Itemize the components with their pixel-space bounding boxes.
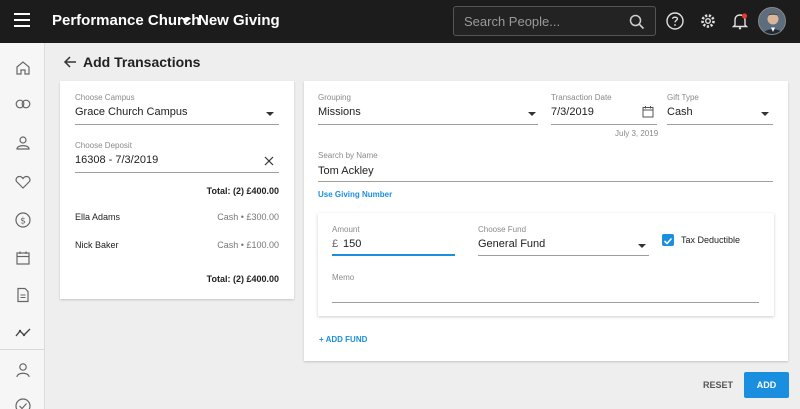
- deposit-select[interactable]: 16308 - 7/3/2019: [75, 154, 158, 166]
- check-circle-icon[interactable]: [14, 397, 32, 409]
- top-bar: Performance Church New Giving: [0, 0, 800, 43]
- grouping-underline: [318, 124, 538, 125]
- calendar-icon[interactable]: [642, 105, 654, 118]
- search-name-underline: [318, 181, 773, 182]
- use-giving-number-link[interactable]: Use Giving Number: [318, 190, 392, 199]
- left-nav: $: [0, 43, 45, 409]
- people-icon[interactable]: [14, 134, 32, 152]
- campus-chevron-down-icon[interactable]: [266, 112, 274, 116]
- amount-input[interactable]: 150: [343, 238, 361, 250]
- search-icon[interactable]: [629, 14, 645, 30]
- grouping-label: Grouping: [318, 93, 351, 102]
- menu-icon[interactable]: [14, 13, 30, 29]
- svg-text:$: $: [20, 217, 26, 227]
- grouping-select[interactable]: Missions: [318, 106, 361, 118]
- gear-icon[interactable]: [698, 11, 718, 31]
- tax-deductible-label: Tax Deductible: [681, 235, 741, 245]
- deposit-underline: [75, 172, 279, 173]
- search-name-label: Search by Name: [318, 151, 378, 160]
- campus-label: Choose Campus: [75, 93, 135, 102]
- fund-label: Choose Fund: [478, 225, 527, 234]
- amount-label: Amount: [332, 225, 360, 234]
- add-button[interactable]: ADD: [744, 372, 789, 398]
- fund-select[interactable]: General Fund: [478, 238, 545, 250]
- fund-entry-card: Amount £ 150 Choose Fund General Fund Ta…: [318, 213, 774, 316]
- transaction-name: Nick Baker: [75, 240, 119, 250]
- fund-chevron-down-icon[interactable]: [638, 244, 646, 248]
- check-icon: [663, 237, 673, 245]
- deposit-card: Choose Campus Grace Church Campus Choose…: [60, 81, 294, 299]
- grouping-chevron-down-icon[interactable]: [528, 112, 536, 116]
- reset-button[interactable]: RESET: [697, 374, 739, 396]
- transaction-detail: Cash • £300.00: [217, 212, 279, 222]
- transaction-date-input[interactable]: 7/3/2019: [551, 106, 594, 118]
- analytics-icon[interactable]: [14, 324, 32, 342]
- fund-underline: [478, 255, 649, 256]
- document-icon[interactable]: [14, 286, 32, 304]
- search-people[interactable]: [453, 6, 656, 36]
- org-chevron-down-icon[interactable]: [181, 18, 191, 23]
- avatar[interactable]: [758, 7, 786, 35]
- person-icon[interactable]: [14, 361, 32, 379]
- deposit-total-top: Total: (2) £400.00: [206, 186, 279, 196]
- gift-type-underline: [667, 124, 773, 125]
- help-icon[interactable]: [665, 11, 685, 31]
- gift-type-label: Gift Type: [667, 93, 699, 102]
- gift-type-chevron-down-icon[interactable]: [761, 112, 769, 116]
- date-helper-text: July 3, 2019: [615, 129, 659, 138]
- calendar-icon[interactable]: [14, 249, 32, 267]
- currency-symbol: £: [332, 238, 339, 250]
- clear-deposit-icon[interactable]: [264, 156, 274, 166]
- giving-icon[interactable]: [14, 95, 32, 113]
- transaction-date-label: Transaction Date: [551, 93, 612, 102]
- memo-label: Memo: [332, 273, 355, 282]
- amount-underline-focused: [332, 254, 455, 256]
- transaction-name: Ella Adams: [75, 212, 121, 222]
- notification-bell-icon[interactable]: [730, 11, 750, 31]
- transaction-detail: Cash • £100.00: [217, 240, 279, 250]
- campus-select[interactable]: Grace Church Campus: [75, 106, 188, 118]
- nav-divider: [0, 349, 45, 350]
- heart-icon[interactable]: [14, 173, 32, 191]
- search-people-input[interactable]: [464, 13, 624, 30]
- page-title: Add Transactions: [83, 54, 201, 70]
- search-name-input[interactable]: Tom Ackley: [318, 165, 374, 177]
- home-icon[interactable]: [14, 59, 32, 77]
- back-arrow-icon[interactable]: [63, 55, 77, 69]
- dollar-icon[interactable]: $: [14, 211, 32, 229]
- memo-underline: [332, 302, 759, 303]
- date-underline: [551, 124, 657, 125]
- org-name[interactable]: Performance Church: [52, 12, 200, 29]
- campus-underline: [75, 124, 279, 125]
- add-fund-button[interactable]: + ADD FUND: [319, 335, 367, 344]
- tax-deductible-checkbox[interactable]: [662, 234, 674, 246]
- deposit-label: Choose Deposit: [75, 141, 132, 150]
- deposit-total-bottom: Total: (2) £400.00: [206, 274, 279, 284]
- app-title: New Giving: [198, 12, 280, 29]
- gift-type-select[interactable]: Cash: [667, 106, 693, 118]
